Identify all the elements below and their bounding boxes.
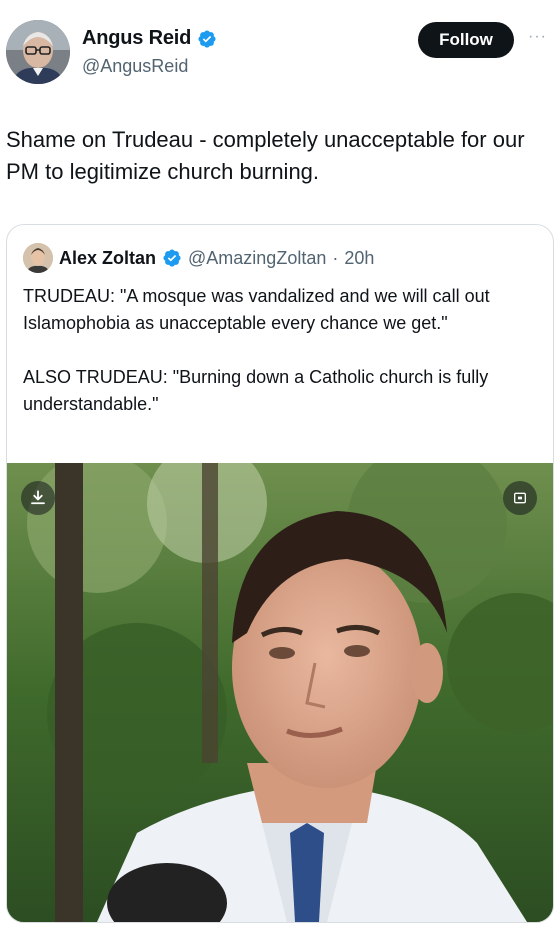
tweet-text: Shame on Trudeau - completely unacceptab…	[6, 127, 525, 184]
quoted-author-avatar[interactable]	[23, 243, 53, 273]
more-options-icon[interactable]: ···	[528, 28, 547, 46]
author-handle[interactable]: @AngusReid	[82, 56, 188, 77]
quoted-paragraph: ALSO TRUDEAU: "Burning down a Catholic c…	[23, 367, 489, 414]
expand-icon[interactable]	[503, 481, 537, 515]
verified-badge-icon	[197, 29, 217, 49]
quoted-video[interactable]	[7, 463, 553, 922]
quoted-tweet-header: Alex Zoltan @AmazingZoltan · 20h	[23, 243, 374, 273]
author-name-row[interactable]: Angus Reid	[82, 27, 217, 50]
quoted-author-name[interactable]: Alex Zoltan	[59, 248, 156, 269]
quoted-tweet-text: TRUDEAU: "A mosque was vandalized and we…	[23, 283, 543, 418]
follow-button[interactable]: Follow	[418, 22, 514, 58]
quoted-author-handle[interactable]: @AmazingZoltan	[188, 248, 326, 269]
author-avatar[interactable]	[6, 20, 70, 84]
tweet: Angus Reid @AngusReid Follow ··· Shame o…	[0, 0, 560, 927]
download-icon[interactable]	[21, 481, 55, 515]
video-frame-image	[7, 463, 553, 922]
quoted-verified-badge-icon	[162, 248, 182, 268]
author-display-name[interactable]: Angus Reid	[82, 27, 191, 50]
quoted-paragraph: TRUDEAU: "A mosque was vandalized and we…	[23, 286, 490, 333]
quoted-separator: ·	[332, 247, 339, 268]
quoted-timestamp[interactable]: 20h	[344, 248, 374, 269]
quoted-tweet[interactable]: Alex Zoltan @AmazingZoltan · 20h TRUDEAU: …	[6, 224, 554, 923]
